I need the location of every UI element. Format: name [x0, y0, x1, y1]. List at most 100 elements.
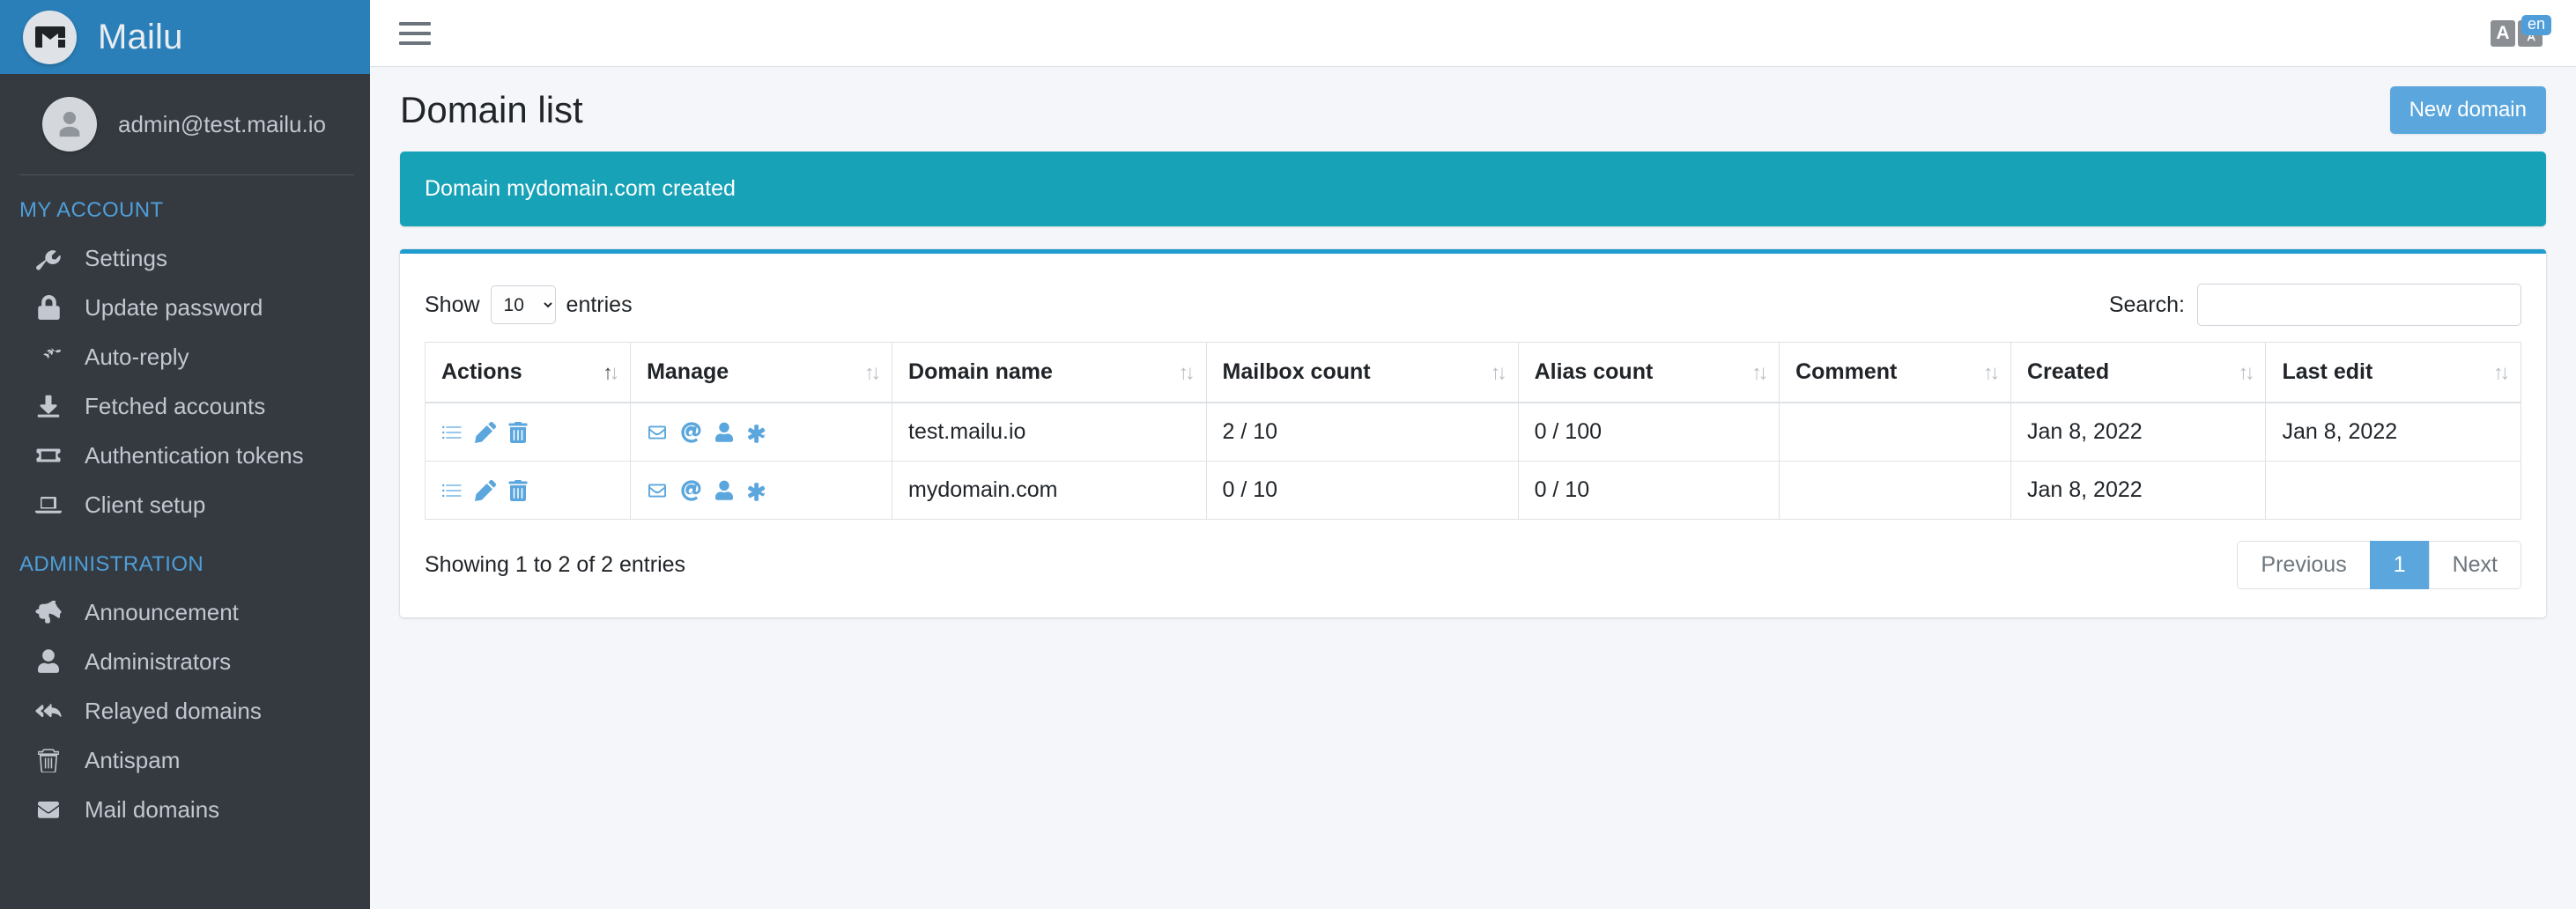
- cell-comment: [1779, 402, 2011, 462]
- column-header-comment[interactable]: Comment ↑↓: [1779, 342, 2011, 403]
- table-info: Showing 1 to 2 of 2 entries: [425, 552, 686, 577]
- column-header-mailbox-count[interactable]: Mailbox count ↑↓: [1205, 342, 1519, 403]
- column-header-last-edit[interactable]: Last edit ↑↓: [2265, 342, 2521, 403]
- language-code-badge: en: [2520, 14, 2551, 36]
- list-icon[interactable]: [441, 480, 463, 501]
- sidebar-item-label: Relayed domains: [85, 697, 262, 724]
- table-footer: Showing 1 to 2 of 2 entries Previous 1 N…: [425, 520, 2521, 595]
- bullhorn-icon: [32, 597, 65, 627]
- envelope-icon[interactable]: [647, 424, 668, 441]
- sidebar-item-label: Client setup: [85, 491, 206, 518]
- sidebar-item-antispam[interactable]: Antispam: [12, 735, 358, 785]
- sort-arrows-icon: ↑↓: [1490, 360, 1507, 383]
- sort-arrows-icon: ↑↓: [1983, 360, 2000, 383]
- envelope-icon[interactable]: [647, 482, 668, 499]
- sidebar-item-authentication-tokens[interactable]: Authentication tokens: [12, 431, 358, 480]
- sidebar-item-label: Administrators: [85, 647, 232, 675]
- pencil-icon[interactable]: [475, 421, 496, 443]
- list-icon[interactable]: [441, 422, 463, 443]
- column-label: Created: [2027, 359, 2110, 384]
- cell-actions: [424, 461, 632, 520]
- sidebar-item-administrators[interactable]: Administrators: [12, 637, 358, 686]
- table-head: Actions ↑↓ Manage ↑↓ Domain name ↑↓ Mail…: [424, 342, 2521, 403]
- user-email: admin@test.mailu.io: [118, 110, 326, 137]
- cell-alias-count: 0 / 100: [1517, 402, 1780, 462]
- language-selector[interactable]: A en: [2491, 14, 2551, 47]
- pagination-previous[interactable]: Previous: [2237, 541, 2371, 589]
- column-header-manage[interactable]: Manage ↑↓: [630, 342, 893, 403]
- sidebar-item-auto-reply[interactable]: Auto-reply: [12, 332, 358, 381]
- main-content: A en Domain list New domain Domain mydom…: [370, 0, 2576, 909]
- content-body: Domain mydomain.com created Show 10 25 5…: [370, 152, 2576, 909]
- cell-actions: [424, 402, 632, 462]
- entries-label: entries: [566, 292, 633, 317]
- lock-icon: [32, 292, 65, 322]
- hamburger-icon[interactable]: [395, 13, 435, 54]
- at-icon[interactable]: [681, 421, 702, 443]
- sort-arrows-icon: ↑↓: [864, 360, 881, 383]
- pagination-next[interactable]: Next: [2428, 541, 2521, 589]
- trash-icon[interactable]: [508, 421, 528, 443]
- user-icon: [32, 647, 65, 676]
- envelope-icon: [32, 794, 65, 824]
- plane-icon: [32, 342, 65, 372]
- user-icon[interactable]: [715, 480, 734, 501]
- domain-list-card: Show 10 25 50 100 entries Search:: [400, 249, 2546, 617]
- sort-arrows-icon: ↑↓: [1751, 360, 1768, 383]
- sidebar-item-fetched-accounts[interactable]: Fetched accounts: [12, 381, 358, 431]
- sidebar-item-mail-domains[interactable]: Mail domains: [12, 785, 358, 834]
- column-label: Alias count: [1534, 359, 1654, 384]
- asterisk-icon[interactable]: [746, 480, 766, 501]
- sidebar-item-relayed-domains[interactable]: Relayed domains: [12, 686, 358, 735]
- sort-arrows-icon: ↑↓: [1178, 360, 1195, 383]
- cell-created: Jan 8, 2022: [2010, 402, 2267, 462]
- page-length-select[interactable]: 10 25 50 100: [490, 285, 556, 324]
- brand-title: Mailu: [98, 17, 183, 56]
- column-header-domain-name[interactable]: Domain name ↑↓: [892, 342, 1207, 403]
- search-input[interactable]: [2197, 284, 2521, 326]
- trash-icon[interactable]: [508, 479, 528, 501]
- search-control: Search:: [2109, 284, 2521, 326]
- nav-header-administration: ADMINISTRATION: [19, 552, 204, 576]
- column-header-alias-count[interactable]: Alias count ↑↓: [1517, 342, 1780, 403]
- table-body: test.mailu.io 2 / 10 0 / 100 Jan 8, 2022…: [424, 402, 2521, 520]
- cell-mailbox-count: 2 / 10: [1205, 402, 1519, 462]
- sidebar: Mailu admin@test.mailu.io MY ACCOUNT Set…: [0, 0, 370, 909]
- success-alert: Domain mydomain.com created: [400, 152, 2546, 226]
- column-label: Actions: [441, 359, 522, 384]
- new-domain-button[interactable]: New domain: [2389, 86, 2546, 134]
- reply-all-icon: [32, 696, 65, 726]
- sidebar-item-label: Auto-reply: [85, 343, 189, 370]
- sort-arrows-icon: ↑↓: [2493, 360, 2510, 383]
- action-icon-group: [441, 479, 614, 501]
- at-icon[interactable]: [681, 479, 702, 501]
- sidebar-item-client-setup[interactable]: Client setup: [12, 480, 358, 529]
- pagination-page-1[interactable]: 1: [2369, 541, 2430, 589]
- column-label: Mailbox count: [1222, 359, 1371, 384]
- download-icon: [32, 391, 65, 421]
- manage-icon-group: [647, 421, 876, 443]
- user-panel[interactable]: admin@test.mailu.io: [19, 74, 354, 175]
- cell-domain-name: test.mailu.io: [892, 402, 1207, 462]
- column-header-created[interactable]: Created ↑↓: [2010, 342, 2267, 403]
- cell-last-edit: [2265, 461, 2521, 520]
- pagination: Previous 1 Next: [2237, 541, 2521, 589]
- user-icon[interactable]: [715, 422, 734, 443]
- sidebar-item-settings[interactable]: Settings: [12, 233, 358, 283]
- column-header-actions[interactable]: Actions ↑↓: [424, 342, 632, 403]
- sidebar-item-label: Fetched accounts: [85, 392, 266, 419]
- brand-link[interactable]: Mailu: [0, 0, 370, 74]
- cell-comment: [1779, 461, 2011, 520]
- asterisk-icon[interactable]: [746, 422, 766, 443]
- manage-icon-group: [647, 479, 876, 501]
- ticket-icon: [32, 440, 65, 470]
- cell-created: Jan 8, 2022: [2010, 461, 2267, 520]
- domain-table: Actions ↑↓ Manage ↑↓ Domain name ↑↓ Mail…: [424, 342, 2521, 520]
- pencil-icon[interactable]: [475, 479, 496, 501]
- cell-manage: [630, 461, 893, 520]
- trash-icon: [32, 745, 65, 775]
- sidebar-item-update-password[interactable]: Update password: [12, 283, 358, 332]
- sidebar-nav: MY ACCOUNT Settings Update password Auto…: [0, 175, 370, 834]
- sidebar-item-announcement[interactable]: Announcement: [12, 588, 358, 637]
- sort-arrows-icon: ↑↓: [603, 360, 619, 383]
